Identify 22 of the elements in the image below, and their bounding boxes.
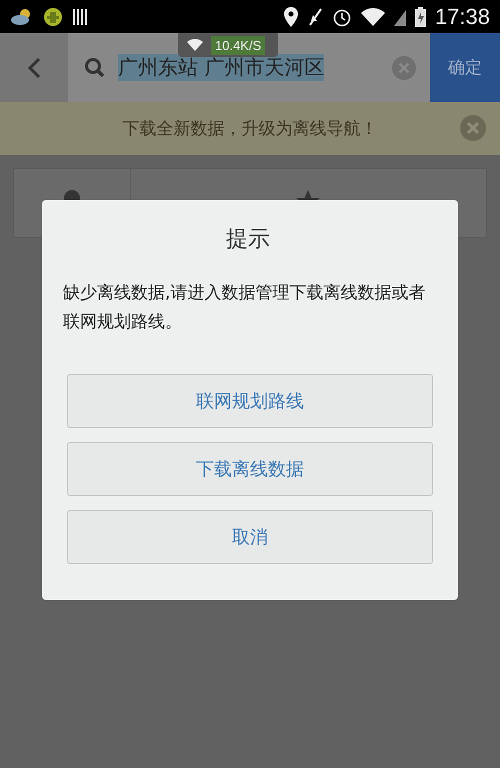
search-icon	[84, 56, 106, 78]
banner-text: 下载全新数据，升级为离线导航！	[122, 118, 378, 140]
battery-icon	[414, 6, 426, 26]
dialog-button[interactable]: 联网规划路线	[67, 374, 433, 428]
back-icon	[27, 56, 41, 78]
app-icon	[43, 6, 63, 26]
dialog-message: 缺少离线数据,请进入数据管理下载离线数据或者联网规划路线。	[63, 282, 426, 334]
dialog-button[interactable]: 下载离线数据	[67, 442, 433, 496]
dialog-title: 提示	[225, 226, 271, 254]
clear-icon[interactable]	[392, 56, 416, 80]
wifi-icon	[360, 8, 385, 26]
location-pin-icon	[284, 6, 298, 26]
net-speed-text: 10.4K/S	[211, 36, 266, 54]
dialog-button[interactable]: 取消	[67, 510, 433, 564]
signal-icon	[394, 8, 406, 26]
bars-icon	[72, 8, 88, 26]
confirm-button[interactable]: 确定	[430, 33, 500, 102]
clock-time: 17:38	[434, 4, 490, 30]
wifi-icon	[187, 39, 203, 51]
selected-search-text: 广州东站 广州市天河区	[118, 54, 324, 81]
close-icon[interactable]	[460, 115, 486, 141]
alarm-icon	[332, 6, 352, 26]
